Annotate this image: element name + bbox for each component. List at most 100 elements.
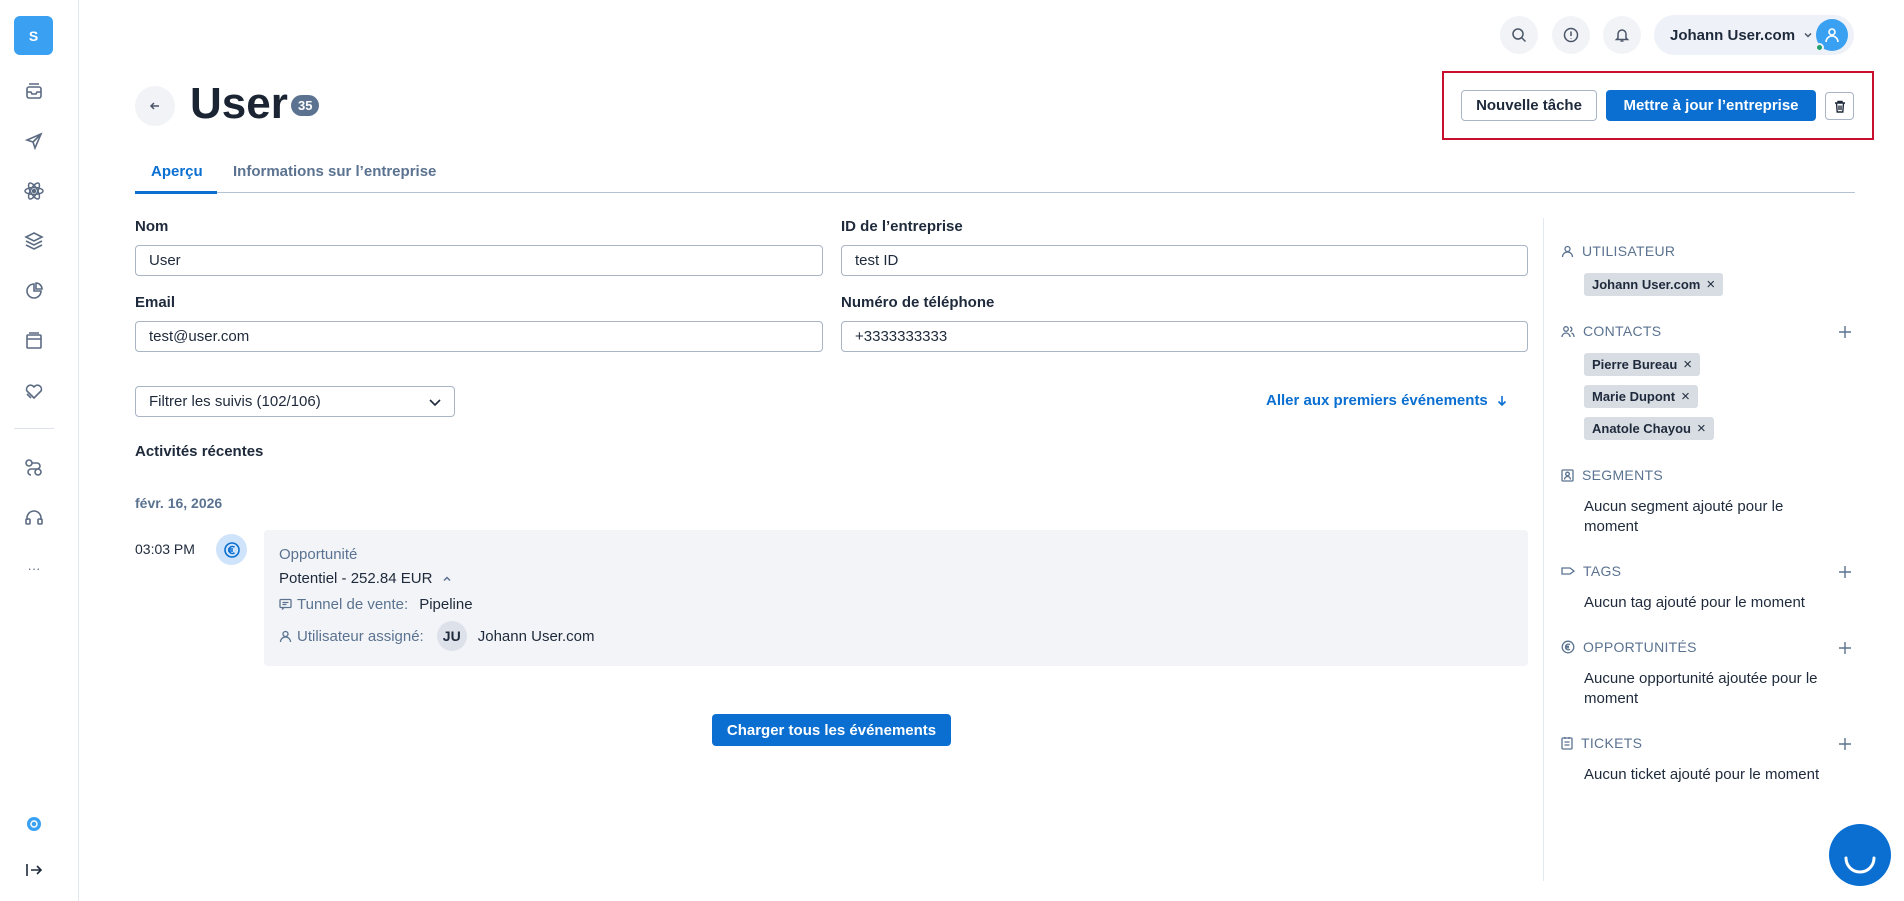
tags-section-heading: TAGS — [1561, 563, 1621, 579]
bell-icon[interactable] — [1603, 16, 1641, 54]
chevron-up-icon — [442, 574, 452, 584]
contacts-section-heading: CONTACTS — [1561, 323, 1661, 339]
chat-icon — [279, 598, 292, 611]
event-card: Opportunité Potentiel - 252.84 EUR Tunne… — [264, 530, 1528, 666]
add-opportunity-plus-icon[interactable] — [1838, 641, 1852, 655]
user-chip: Johann User.com × — [1584, 273, 1724, 296]
user-menu[interactable]: Johann User.com — [1654, 15, 1854, 55]
send-icon[interactable] — [22, 129, 46, 153]
help-circle-icon[interactable] — [22, 812, 46, 836]
info-icon[interactable] — [1552, 16, 1590, 54]
company-id-input[interactable] — [841, 245, 1528, 276]
tickets-section-heading: TICKETS — [1561, 735, 1642, 751]
chevron-down-icon — [1803, 30, 1813, 40]
event-title[interactable]: Potentiel - 252.84 EUR — [279, 570, 452, 587]
assignee-label: Utilisateur assigné: — [297, 627, 424, 645]
email-label: Email — [135, 294, 176, 311]
filter-select-value: Filtrer les suivis (102/106) — [149, 393, 321, 410]
tickets-empty-text: Aucun ticket ajouté pour le moment — [1584, 766, 1820, 783]
currency-icon — [1561, 640, 1575, 654]
company-id-label: ID de l’entreprise — [841, 218, 963, 235]
load-all-events-button[interactable]: Charger tous les événements — [712, 714, 951, 746]
contact-chip-label: Marie Dupont — [1592, 389, 1676, 404]
close-icon[interactable]: × — [1681, 388, 1690, 405]
trash-icon[interactable] — [1825, 92, 1854, 120]
workspace-logo[interactable]: S — [14, 16, 53, 55]
user-section-heading: UTILISATEUR — [1561, 243, 1675, 259]
headset-icon[interactable] — [22, 506, 46, 530]
opportunities-empty-text: Aucune opportunité ajoutée pour le momen… — [1584, 670, 1818, 707]
name-input[interactable] — [135, 245, 823, 276]
count-badge: 35 — [291, 95, 320, 116]
tab-company-info[interactable]: Informations sur l’entreprise — [233, 163, 436, 180]
phone-input[interactable] — [841, 321, 1528, 352]
filter-select[interactable]: Filtrer les suivis (102/106) — [135, 386, 455, 417]
add-tag-plus-icon[interactable] — [1838, 565, 1852, 579]
back-button[interactable] — [135, 86, 175, 126]
ticket-icon — [1561, 736, 1573, 750]
users-icon — [1561, 325, 1575, 338]
event-type: Opportunité — [279, 546, 358, 563]
more-icon[interactable]: ··· — [22, 556, 46, 580]
new-task-button[interactable]: Nouvelle tâche — [1461, 90, 1597, 121]
user-chip-label: Johann User.com — [1592, 277, 1701, 292]
sidebar-divider — [14, 428, 54, 429]
tab-overview[interactable]: Aperçu — [151, 163, 203, 180]
chevron-down-icon — [428, 395, 442, 409]
online-status-dot — [1815, 43, 1824, 52]
event-pipeline: Tunnel de vente: Pipeline — [279, 596, 473, 613]
segments-section-heading: SEGMENTS — [1561, 467, 1663, 483]
currency-icon — [216, 534, 247, 565]
go-to-first-events-link[interactable]: Aller aux premiers événements — [1266, 392, 1508, 409]
assignee-name: Johann User.com — [477, 627, 595, 645]
add-contact-plus-icon[interactable] — [1838, 325, 1852, 339]
heart-tag-icon[interactable] — [22, 379, 46, 403]
layers-icon[interactable] — [22, 229, 46, 253]
segments-section-title: SEGMENTS — [1582, 467, 1663, 483]
contacts-section-title: CONTACTS — [1583, 323, 1662, 339]
inbox-icon[interactable] — [22, 79, 46, 103]
close-icon[interactable]: × — [1697, 420, 1706, 437]
logout-icon[interactable] — [22, 858, 46, 882]
tags-section-title: TAGS — [1583, 563, 1622, 579]
go-to-first-events-label: Aller aux premiers événements — [1266, 392, 1488, 409]
contact-chip: Anatole Chayou × — [1584, 417, 1714, 440]
page-title: User — [190, 79, 288, 128]
activity-date: févr. 16, 2026 — [135, 495, 223, 511]
user-name: Johann User.com — [1670, 26, 1796, 44]
segments-empty-text: Aucun segment ajouté pour le moment — [1584, 498, 1784, 535]
workflow-icon[interactable] — [22, 456, 46, 480]
right-panel-divider — [1543, 218, 1544, 881]
segment-icon — [1561, 468, 1574, 482]
tickets-section-title: TICKETS — [1581, 735, 1643, 751]
add-ticket-plus-icon[interactable] — [1838, 737, 1852, 751]
contact-chip-label: Pierre Bureau — [1592, 357, 1678, 372]
active-tab-indicator — [135, 191, 217, 194]
user-icon — [279, 630, 292, 643]
pie-chart-icon[interactable] — [22, 279, 46, 303]
recent-activities-heading: Activités récentes — [135, 443, 264, 460]
pipeline-label: Tunnel de vente: — [297, 596, 409, 613]
user-icon — [1561, 245, 1574, 258]
atom-icon[interactable] — [22, 179, 46, 203]
email-input[interactable] — [135, 321, 823, 352]
arrow-down-icon — [1496, 395, 1508, 407]
event-assignee: Utilisateur assigné: JU Johann User.com — [279, 621, 594, 651]
tags-empty-text: Aucun tag ajouté pour le moment — [1584, 594, 1805, 611]
phone-label: Numéro de téléphone — [841, 294, 995, 311]
user-section-title: UTILISATEUR — [1582, 243, 1676, 259]
close-icon[interactable]: × — [1706, 276, 1715, 293]
close-icon[interactable]: × — [1683, 356, 1692, 373]
tabs: Aperçu Informations sur l’entreprise — [135, 155, 1855, 194]
name-label: Nom — [135, 218, 169, 235]
search-icon[interactable] — [1500, 16, 1538, 54]
event-time: 03:03 PM — [135, 541, 195, 557]
window-icon[interactable] — [22, 329, 46, 353]
opportunities-section-heading: OPPORTUNITÉS — [1561, 639, 1697, 655]
assignee-avatar: JU — [436, 621, 467, 651]
contact-chip: Pierre Bureau × — [1584, 353, 1701, 376]
update-company-button[interactable]: Mettre à jour l’entreprise — [1606, 90, 1816, 121]
chat-widget-icon[interactable] — [1829, 824, 1891, 886]
contact-chip: Marie Dupont × — [1584, 385, 1698, 408]
sidebar: S ··· — [0, 0, 79, 901]
